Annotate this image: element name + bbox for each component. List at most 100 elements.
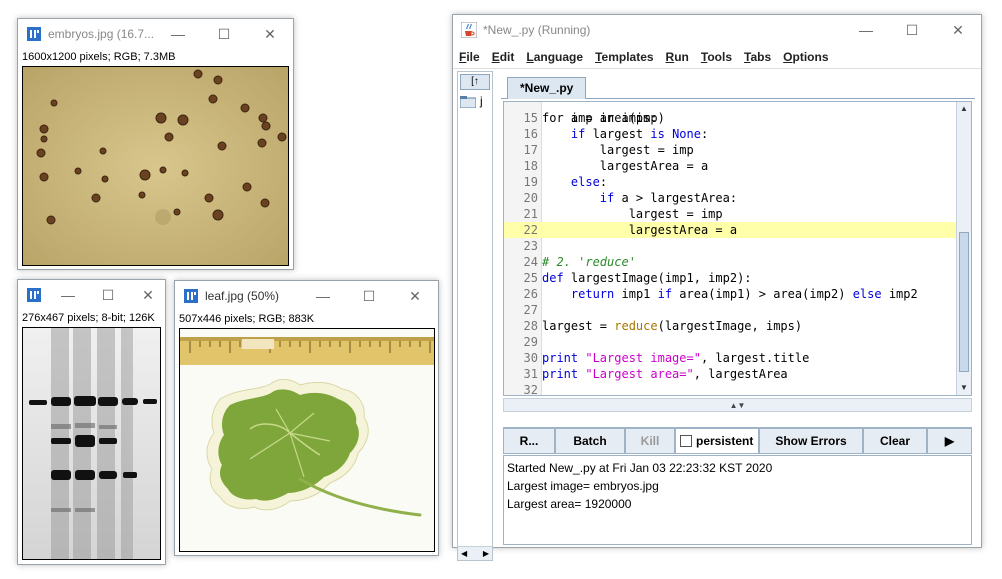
- kill-button[interactable]: Kill: [625, 428, 675, 454]
- show-errors-button[interactable]: Show Errors: [759, 428, 863, 454]
- maximize-button[interactable]: ☐: [201, 19, 247, 49]
- scroll-right-icon[interactable]: ▶: [483, 547, 489, 560]
- script-editor-window: *New_.py (Running) — ☐ ✕ File Edit Languag…: [452, 14, 982, 561]
- code-text: else:: [570, 175, 608, 189]
- menu-label-rest: dit: [499, 49, 515, 64]
- leaf-image[interactable]: [179, 328, 435, 552]
- menu-item-options[interactable]: Options: [783, 50, 828, 64]
- menu-item-tabs[interactable]: Tabs: [744, 50, 771, 64]
- close-button[interactable]: ✕: [392, 281, 438, 311]
- minimize-button[interactable]: —: [843, 15, 889, 45]
- menu-item-file[interactable]: File: [459, 50, 480, 64]
- leaf-titlebar[interactable]: leaf.jpg (50%) — ☐ ✕: [175, 281, 438, 311]
- line-number: 25: [523, 271, 538, 285]
- output-console[interactable]: Started New_.py at Fri Jan 03 22:23:32 K…: [503, 455, 972, 545]
- horizontal-scrollbar[interactable]: ◀ ▶: [458, 546, 492, 560]
- leaf-picture: [180, 329, 434, 551]
- persistent-label: persistent: [696, 434, 754, 448]
- blot-picture: [23, 328, 160, 559]
- imagej-icon: [27, 27, 41, 41]
- scroll-up-icon[interactable]: ▲: [957, 102, 971, 116]
- blot-window: — ☐ ✕ 276x467 pixels; 8-bit; 126K: [17, 279, 166, 565]
- tab-strip: *New_.py: [501, 75, 975, 99]
- code-line: 17 largest = imp: [504, 142, 971, 158]
- close-button[interactable]: ✕: [128, 280, 168, 310]
- menu-label-rest: ile: [466, 49, 480, 64]
- line-number: 19: [523, 175, 538, 189]
- editor-split-divider[interactable]: ▲▼: [503, 398, 972, 412]
- line-number: 27: [523, 303, 538, 317]
- tree-item-label[interactable]: j: [480, 94, 483, 108]
- menu-item-language[interactable]: Language: [526, 50, 583, 64]
- collapse-button[interactable]: [↑: [460, 74, 490, 90]
- line-number: 30: [523, 351, 538, 365]
- minimize-button[interactable]: —: [48, 280, 88, 310]
- code-text: print "Largest area=", largestArea: [542, 367, 788, 381]
- checkbox-box[interactable]: [680, 435, 692, 447]
- scroll-down-icon[interactable]: ▼: [957, 381, 971, 395]
- line-number: 29: [523, 335, 538, 349]
- maximize-button[interactable]: ☐: [889, 15, 935, 45]
- minimize-button[interactable]: —: [155, 19, 201, 49]
- more-button[interactable]: ▶: [927, 428, 972, 454]
- close-button[interactable]: ✕: [247, 19, 293, 49]
- embryos-image[interactable]: [22, 66, 289, 266]
- line-number: 18: [523, 159, 538, 173]
- code-editor[interactable]: for imp in imps: 15 a = area(imp) 16 if l…: [503, 101, 972, 396]
- scroll-left-icon[interactable]: ◀: [461, 547, 467, 560]
- menu-item-tools[interactable]: Tools: [701, 50, 732, 64]
- close-button[interactable]: ✕: [935, 15, 981, 45]
- maximize-button[interactable]: ☐: [346, 281, 392, 311]
- line-number: 26: [523, 287, 538, 301]
- output-line: Largest image= embryos.jpg: [507, 479, 659, 493]
- code-line: 15 a = area(imp): [504, 110, 971, 126]
- scrollbar-thumb[interactable]: [959, 232, 969, 372]
- line-number: 28: [523, 319, 538, 333]
- menu-item-edit[interactable]: Edit: [492, 50, 515, 64]
- code-line: 28 largest = reduce(largestImage, imps): [504, 318, 971, 334]
- image-info: 1600x1200 pixels; RGB; 7.3MB: [22, 51, 176, 63]
- line-number: 22: [523, 223, 538, 237]
- code-text: def largestImage(imp1, imp2):: [542, 271, 752, 285]
- tab-new-py[interactable]: *New_.py: [507, 77, 587, 99]
- persistent-checkbox[interactable]: persistent: [675, 428, 759, 454]
- editor-titlebar[interactable]: *New_.py (Running) — ☐ ✕: [453, 15, 981, 45]
- blot-image[interactable]: [22, 327, 161, 560]
- code-line: 21 largest = imp: [504, 206, 971, 222]
- code-text: largestArea = a: [542, 223, 738, 237]
- menu-mnemonic: L: [526, 49, 534, 64]
- imagej-icon: [27, 288, 41, 302]
- folder-icon: [460, 96, 476, 108]
- code-line: 24 # 2. 'reduce': [504, 254, 971, 270]
- menu-label-rest: emplates: [601, 49, 654, 64]
- code-line: 20 if a > largestArea:: [504, 190, 971, 206]
- menu-label-rest: un: [674, 49, 689, 64]
- code-line: 31 print "Largest area=", largestArea: [504, 366, 971, 382]
- clear-button[interactable]: Clear: [863, 428, 927, 454]
- code-text: largest = imp: [542, 207, 723, 221]
- file-tree-pane[interactable]: [↑ j ◀ ▶: [457, 71, 493, 561]
- menu-label-rest: ptions: [792, 49, 829, 64]
- partial-code-line: for imp in imps:: [504, 102, 971, 125]
- line-number: 32: [523, 383, 538, 396]
- run-button[interactable]: R...: [503, 428, 555, 454]
- line-number: 17: [523, 143, 538, 157]
- menu-item-run[interactable]: Run: [666, 50, 689, 64]
- embryos-titlebar[interactable]: embryos.jpg (16.7... — ☐ ✕: [18, 19, 293, 49]
- menu-mnemonic: O: [783, 49, 793, 64]
- vertical-scrollbar[interactable]: ▲ ▼: [956, 102, 971, 395]
- maximize-button[interactable]: ☐: [88, 280, 128, 310]
- code-line: 27: [504, 302, 971, 318]
- code-text: a = area(imp): [542, 111, 665, 125]
- line-number: 16: [523, 127, 538, 141]
- menu-item-templates[interactable]: Templates: [595, 50, 653, 64]
- code-text: largest = reduce(largestImage, imps): [542, 319, 803, 333]
- menu-label-rest: anguage: [533, 49, 584, 64]
- code-text: print "Largest image=", largest.title: [542, 351, 810, 365]
- minimize-button[interactable]: —: [300, 281, 346, 311]
- batch-button[interactable]: Batch: [555, 428, 625, 454]
- output-line: Largest area= 1920000: [507, 497, 632, 511]
- blot-titlebar[interactable]: — ☐ ✕: [18, 280, 165, 310]
- menu-mnemonic: R: [665, 49, 675, 64]
- line-number: 23: [523, 239, 538, 253]
